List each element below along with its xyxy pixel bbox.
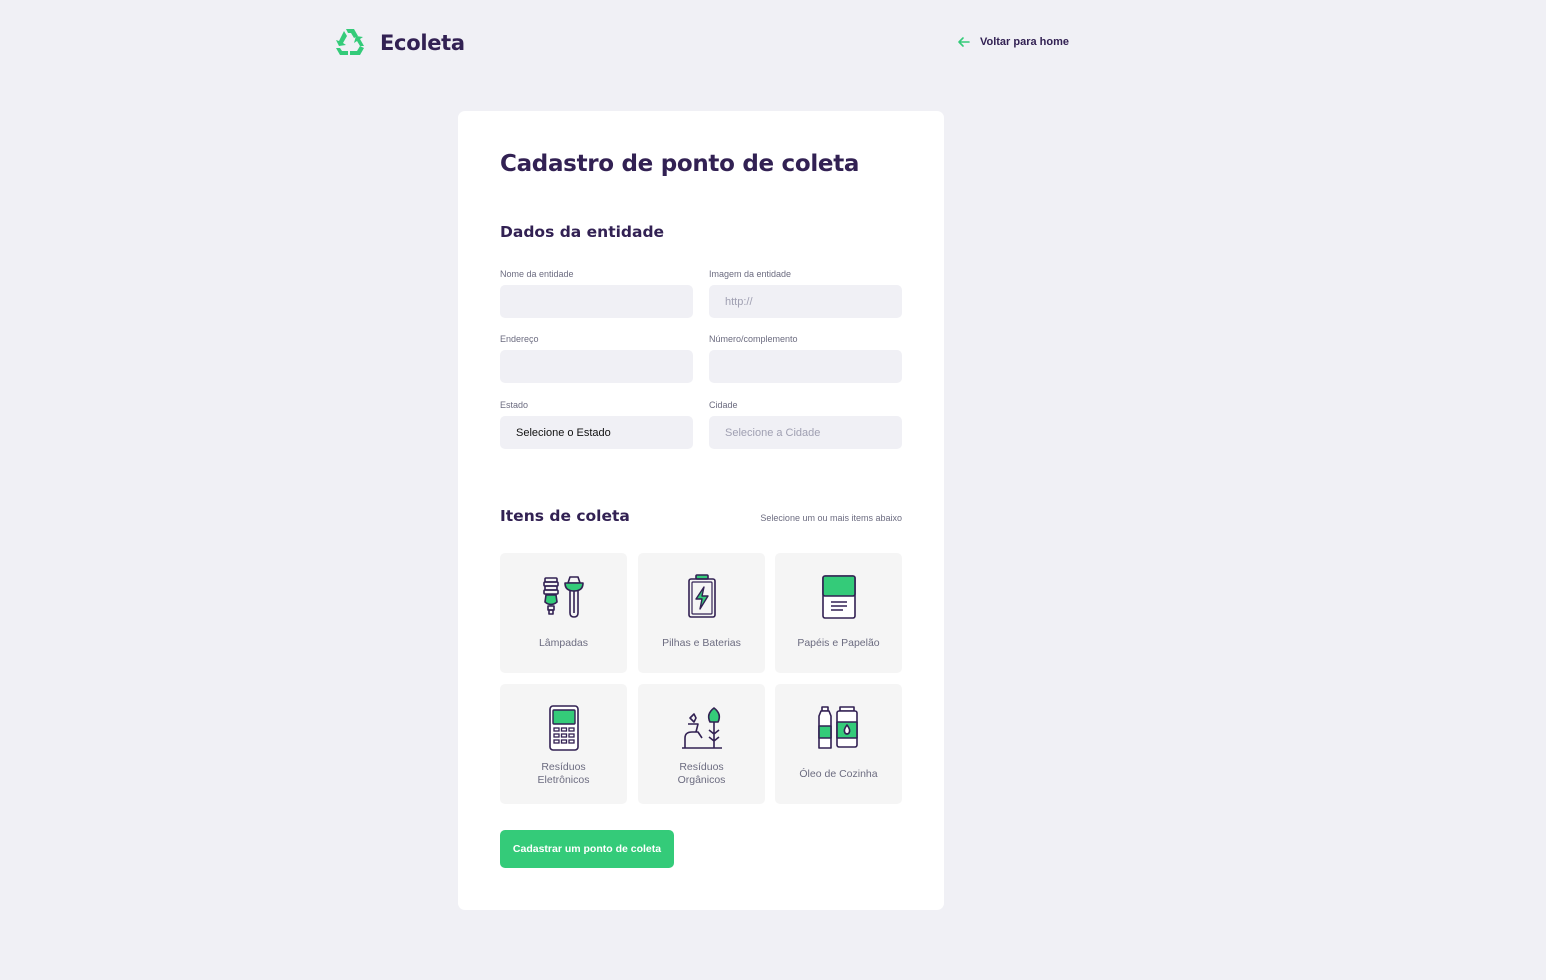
field-name-label: Nome da entidade <box>500 269 574 279</box>
section-title-entity: Dados da entidade <box>500 223 665 241</box>
number-input[interactable] <box>709 350 902 383</box>
battery-icon <box>687 574 716 618</box>
lamp-icon <box>542 576 584 618</box>
item-label: Lâmpadas <box>538 637 589 649</box>
field-image-label: Imagem da entidade <box>709 269 792 279</box>
logo[interactable]: Ecoleta <box>333 26 465 60</box>
back-home-link[interactable]: Voltar para home <box>957 35 1069 49</box>
item-papeis[interactable]: Papéis e Papelão <box>775 553 902 673</box>
oil-icon <box>817 706 858 749</box>
field-city-label: Cidade <box>709 400 738 410</box>
form-card: Cadastro de ponto de coleta Dados da ent… <box>458 111 944 910</box>
field-city: Cidade Selecione a Cidade <box>709 400 902 449</box>
item-label: Pilhas e Baterias <box>662 637 741 649</box>
field-name: Nome da entidade <box>500 269 693 318</box>
field-state: Estado Selecione o Estado <box>500 400 693 449</box>
logo-text: Ecoleta <box>380 31 465 55</box>
field-number: Número/complemento <box>709 334 902 383</box>
item-label: Óleo de Cozinha <box>799 768 878 780</box>
recycle-icon <box>336 29 364 55</box>
field-address-label: Endereço <box>500 334 539 344</box>
header: Ecoleta Voltar para home <box>333 26 1069 60</box>
name-input[interactable] <box>500 285 693 318</box>
back-home-label: Voltar para home <box>979 36 1069 48</box>
item-label: Resíduos Orgânicos <box>677 761 726 786</box>
field-image: Imagem da entidade http:// <box>709 269 902 318</box>
arrow-left-icon <box>958 37 970 47</box>
item-organicos[interactable]: Resíduos Orgânicos <box>638 684 765 804</box>
page-title: Cadastro de ponto de coleta <box>500 151 860 177</box>
image-url-input[interactable]: http:// <box>709 285 902 318</box>
state-select[interactable]: Selecione o Estado <box>500 416 693 449</box>
address-input[interactable] <box>500 350 693 383</box>
item-pilhas[interactable]: Pilhas e Baterias <box>638 553 765 673</box>
paper-icon <box>821 575 856 619</box>
organic-icon <box>681 707 722 749</box>
item-label: Resíduos Eletrônicos <box>537 761 590 786</box>
item-eletronicos[interactable]: Resíduos Eletrônicos <box>500 684 627 804</box>
item-label: Papéis e Papelão <box>797 637 880 649</box>
field-number-label: Número/complemento <box>709 334 798 344</box>
electronics-icon <box>548 705 579 751</box>
section-title-items: Itens de coleta <box>500 507 630 525</box>
field-address: Endereço <box>500 334 693 383</box>
submit-button[interactable]: Cadastrar um ponto de coleta <box>500 830 674 868</box>
items-hint: Selecione um ou mais items abaixo <box>760 513 902 523</box>
item-lampadas[interactable]: Lâmpadas <box>500 553 627 673</box>
field-state-label: Estado <box>500 400 529 410</box>
item-oleo[interactable]: Óleo de Cozinha <box>775 684 902 804</box>
city-select[interactable]: Selecione a Cidade <box>709 416 902 449</box>
